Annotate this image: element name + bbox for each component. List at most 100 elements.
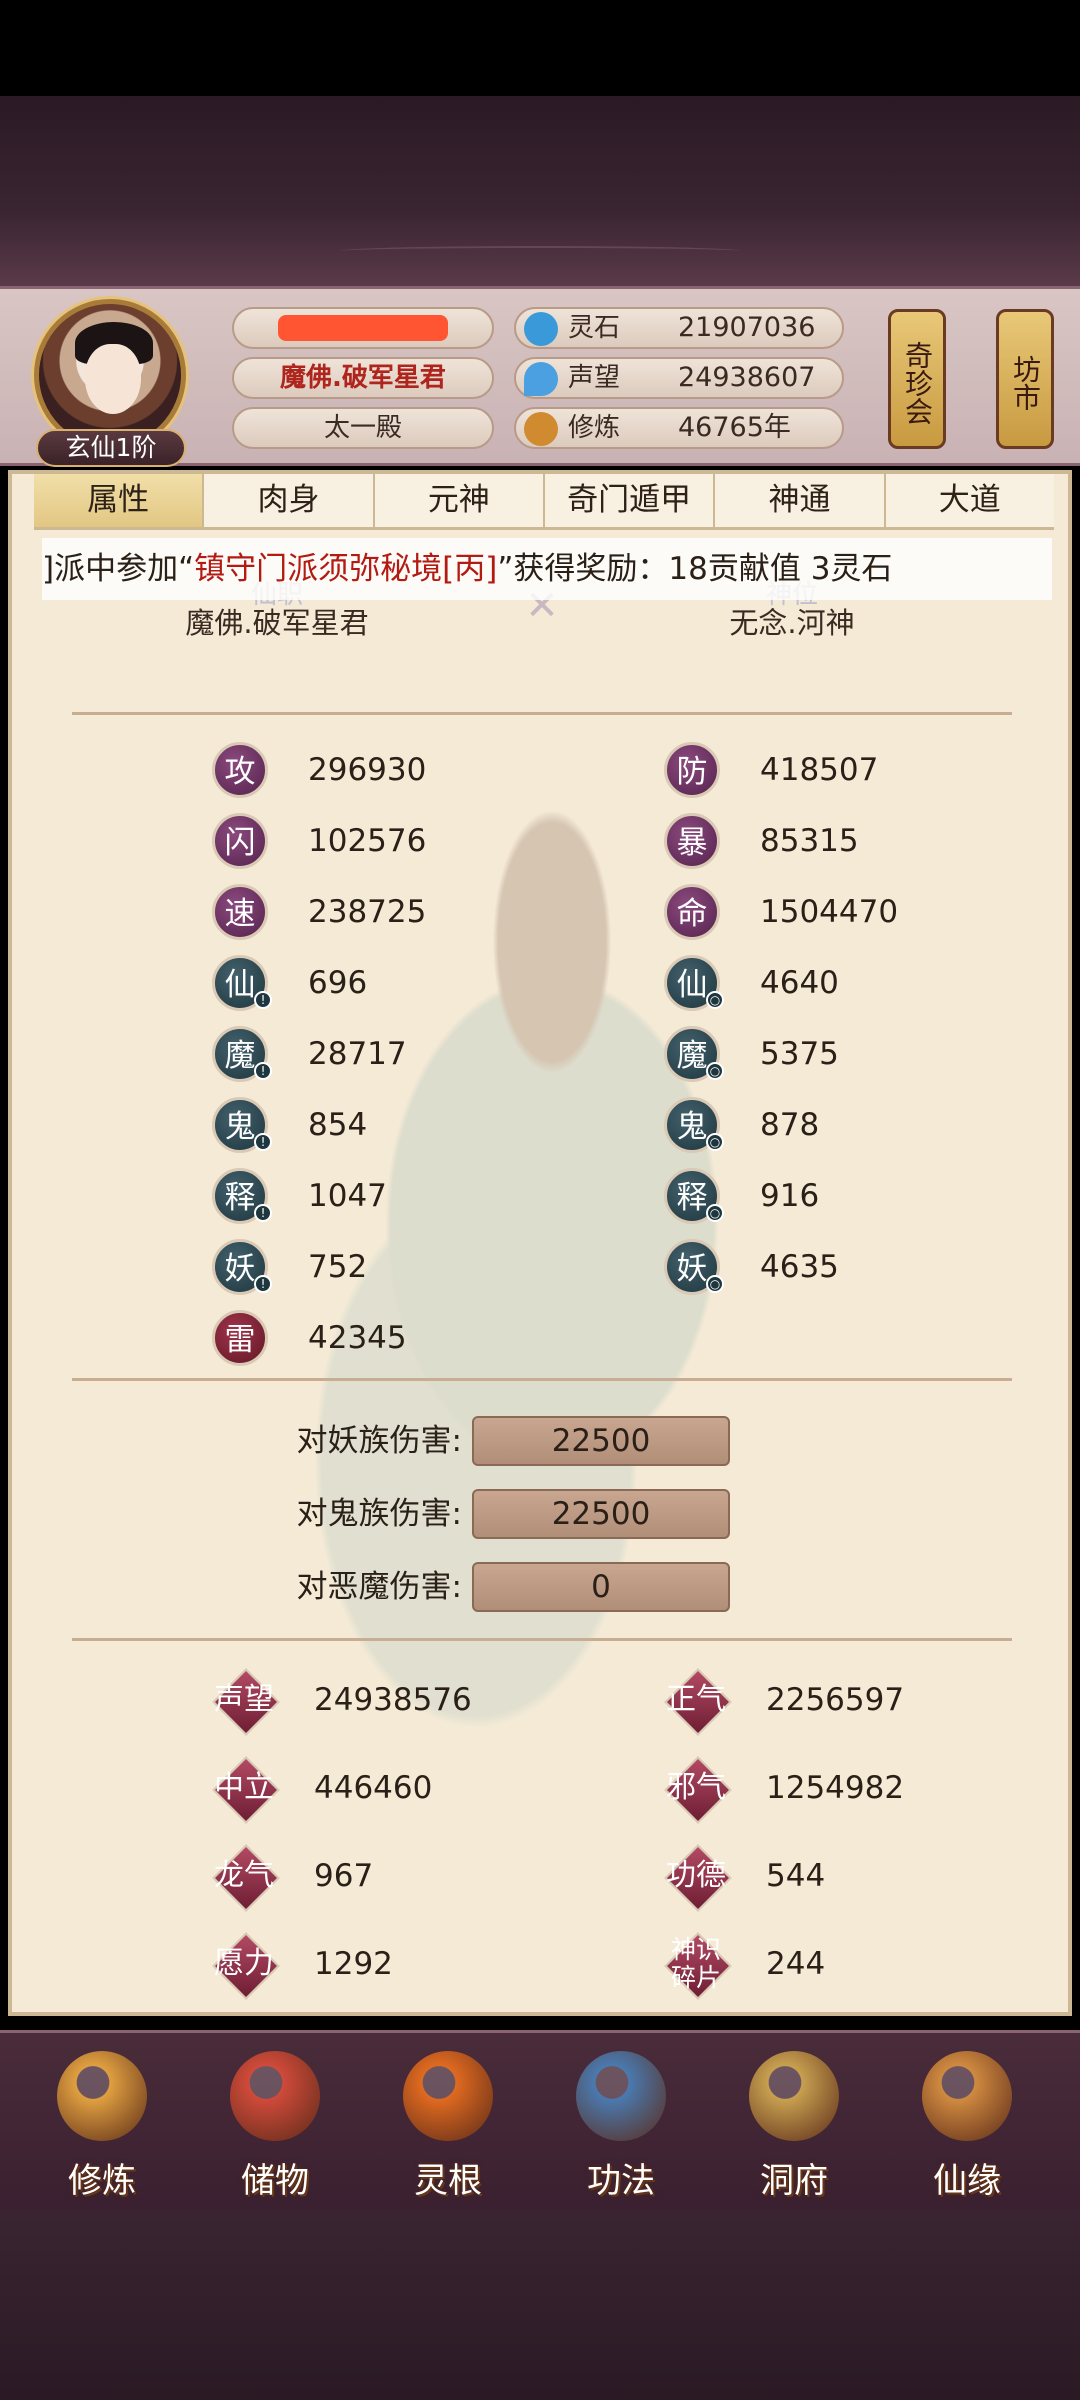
- prestige-icon: [524, 362, 558, 396]
- reputation-label: 功德: [666, 1858, 726, 1893]
- stat-badge-icon: 攻: [212, 742, 268, 798]
- damage-label: 对鬼族伤害:: [296, 1496, 462, 1532]
- reputation-value: 446460: [314, 1770, 433, 1806]
- stat-value: 752: [308, 1249, 368, 1285]
- tab-qimen[interactable]: 奇门遁甲: [544, 474, 716, 527]
- nav-item-gourd[interactable]: 仙缘: [897, 2043, 1037, 2203]
- nav-label: 洞府: [760, 2161, 828, 2201]
- upper-frame: [0, 96, 1080, 286]
- attribute-info-icon: !: [254, 991, 272, 1009]
- stat-value: 296930: [308, 752, 427, 788]
- attribute-info-icon: !: [254, 1062, 272, 1080]
- stat-value: 4635: [760, 1249, 839, 1285]
- nav-label: 修炼: [68, 2161, 136, 2201]
- reputation-label: 神识碎片: [670, 1935, 721, 1992]
- reputation-label: 邪气: [666, 1770, 726, 1805]
- spirit-root-icon: [403, 2051, 493, 2141]
- divider: [72, 1638, 1012, 1641]
- divider: [72, 712, 1012, 715]
- tab-spirit[interactable]: 元神: [374, 474, 545, 527]
- damage-value-box: 0: [472, 1562, 730, 1612]
- stat-badge-icon: 暴: [664, 813, 720, 869]
- marquee-text-after: ”获得奖励：18贡献值 3灵石: [497, 551, 893, 587]
- attribute-info-icon: !: [254, 1133, 272, 1151]
- reputation-label: 龙气: [214, 1858, 274, 1893]
- attribute-info-icon: ○: [706, 1204, 724, 1222]
- stat-value: 5375: [760, 1036, 839, 1072]
- nav-label: 灵根: [414, 2161, 482, 2201]
- announcement-marquee: ]派中参加“镇守门派须弥秘境[丙]”获得奖励：18贡献值 3灵石: [42, 538, 1052, 600]
- nav-item-cultivate[interactable]: 修炼: [32, 2043, 172, 2203]
- attribute-panel: 属性 肉身 元神 奇门遁甲 神通 大道 仙职 魔佛.破军星君 ✕ 神位 无念.河…: [8, 470, 1072, 2016]
- stat-value: 1504470: [760, 894, 899, 930]
- stat-value: 42345: [308, 1320, 407, 1356]
- nav-label: 仙缘: [933, 2161, 1001, 2201]
- nav-label: 储物: [241, 2161, 309, 2201]
- player-header: 玄仙1阶 魔佛.破军星君 太一殿 灵石 21907036 声望 24938607…: [0, 286, 1080, 467]
- attribute-info-icon: !: [254, 1275, 272, 1293]
- attribute-info-icon: ○: [706, 1133, 724, 1151]
- avatar-container[interactable]: 玄仙1阶: [26, 299, 194, 467]
- rank-badge: 玄仙1阶: [36, 429, 186, 467]
- resource-prestige[interactable]: 声望 24938607: [514, 357, 844, 399]
- reputation-label: 正气: [666, 1682, 726, 1717]
- lower-frame: [0, 2210, 1080, 2400]
- stat-badge-icon: 闪: [212, 813, 268, 869]
- stat-value: 4640: [760, 965, 839, 1001]
- post-value-right: 无念.河神: [729, 606, 855, 640]
- treasure-shop-button[interactable]: 奇珍会: [888, 309, 946, 449]
- scripture-book-icon: [576, 2051, 666, 2141]
- reputation-value: 2256597: [766, 1682, 905, 1718]
- reputation-value: 1254982: [766, 1770, 905, 1806]
- tab-attributes[interactable]: 属性: [34, 474, 205, 527]
- nav-item-storage-bag[interactable]: 储物: [205, 2043, 345, 2203]
- damage-label: 对恶魔伤害:: [296, 1569, 462, 1605]
- reputation-value: 544: [766, 1858, 826, 1894]
- gourd-icon: [922, 2051, 1012, 2141]
- reputation-label: 愿力: [214, 1946, 274, 1981]
- cave-mansion-icon: [749, 2051, 839, 2141]
- stat-value: 418507: [760, 752, 879, 788]
- bottom-nav: 修炼 储物 灵根 功法 洞府 仙缘: [0, 2030, 1080, 2210]
- tab-body[interactable]: 肉身: [204, 474, 375, 527]
- tab-powers[interactable]: 神通: [715, 474, 886, 527]
- player-title: 魔佛.破军星君: [232, 357, 494, 399]
- stat-value: 696: [308, 965, 368, 1001]
- reputation-value: 1292: [314, 1946, 393, 1982]
- resource-spirit-stone[interactable]: 灵石 21907036: [514, 307, 844, 349]
- reputation-label: 中立: [214, 1770, 274, 1805]
- stat-value: 102576: [308, 823, 427, 859]
- stat-value: 1047: [308, 1178, 387, 1214]
- player-hall: 太一殿: [232, 407, 494, 449]
- resource-cultivation[interactable]: 修炼 46765年: [514, 407, 844, 449]
- attribute-info-icon: ○: [706, 991, 724, 1009]
- tab-dao[interactable]: 大道: [885, 474, 1054, 527]
- reputation-value: 24938576: [314, 1682, 472, 1718]
- market-button[interactable]: 坊市: [996, 309, 1054, 449]
- reputation-label: 声望: [214, 1682, 274, 1717]
- attribute-info-icon: ○: [706, 1275, 724, 1293]
- player-name-redacted: [232, 307, 494, 349]
- damage-value-box: 22500: [472, 1416, 730, 1466]
- nav-item-scripture-book[interactable]: 功法: [551, 2043, 691, 2203]
- marquee-text-before: ]派中参加“: [42, 551, 195, 587]
- divider: [72, 1378, 1012, 1381]
- reputation-value: 244: [766, 1946, 826, 1982]
- damage-label: 对妖族伤害:: [296, 1423, 462, 1459]
- attribute-info-icon: !: [254, 1204, 272, 1222]
- stat-value: 85315: [760, 823, 859, 859]
- stat-value: 854: [308, 1107, 368, 1143]
- tab-bar: 属性 肉身 元神 奇门遁甲 神通 大道: [34, 474, 1054, 530]
- nav-label: 功法: [587, 2161, 655, 2201]
- nav-item-spirit-root[interactable]: 灵根: [378, 2043, 518, 2203]
- spirit-stone-icon: [524, 312, 558, 346]
- post-value-left: 魔佛.破军星君: [185, 606, 369, 640]
- stat-badge-icon: 命: [664, 884, 720, 940]
- stat-badge-icon: 防: [664, 742, 720, 798]
- meditation-icon: [524, 412, 558, 446]
- stat-value: 878: [760, 1107, 820, 1143]
- nav-item-cave-mansion[interactable]: 洞府: [724, 2043, 864, 2203]
- stat-value: 916: [760, 1178, 820, 1214]
- marquee-highlight: 镇守门派须弥秘境[丙]: [194, 551, 498, 587]
- stat-value: 28717: [308, 1036, 407, 1072]
